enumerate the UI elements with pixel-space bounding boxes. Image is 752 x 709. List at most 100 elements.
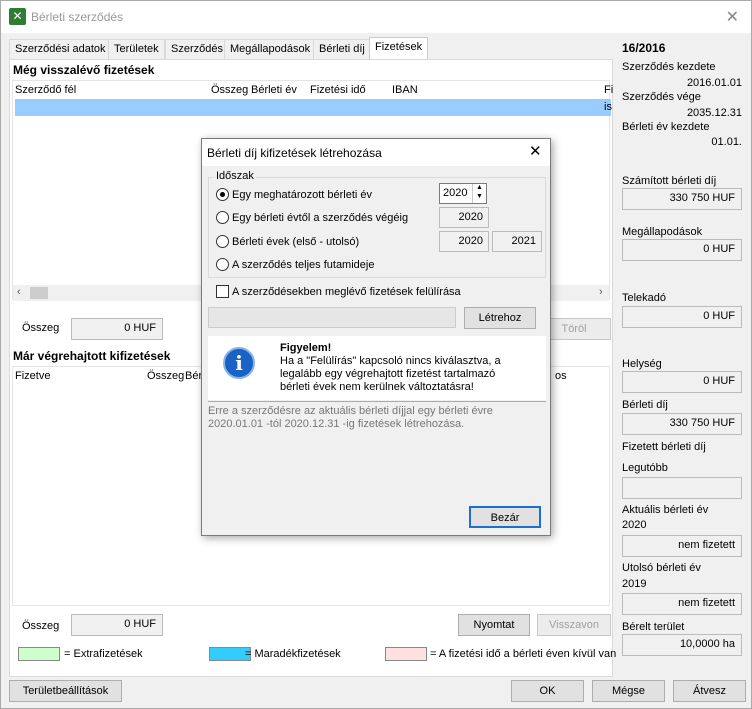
agreements-value: 0 HUF — [622, 239, 742, 261]
tab-rental-fee[interactable]: Bérleti díj — [313, 39, 371, 59]
radio-label[interactable]: A szerződés teljes futamideje — [232, 259, 374, 271]
transfer-button[interactable]: Átvesz — [673, 680, 746, 702]
column-header[interactable]: IBAN — [392, 84, 418, 96]
app-icon: ✕ — [9, 8, 26, 25]
tab-areas[interactable]: Területek — [108, 39, 165, 59]
last-year-label: Utolsó bérleti év — [622, 562, 701, 574]
last-year: 2019 — [622, 578, 647, 590]
calc-fee-label: Számított bérleti díj — [622, 175, 717, 187]
current-year: 2020 — [622, 519, 647, 531]
paid-fee-label: Fizetett bérleti díj — [622, 441, 706, 453]
cancel-button[interactable]: Mégse — [592, 680, 665, 702]
print-button[interactable]: Nyomtat — [458, 614, 530, 636]
tab-agreements[interactable]: Megállapodások — [224, 39, 317, 59]
last-year-field: 2021 — [492, 231, 542, 252]
arrow-left-icon[interactable]: ‹ — [17, 286, 21, 298]
tab-payments[interactable]: Fizetések — [369, 37, 429, 60]
year-spinner-value[interactable]: 2020 — [443, 187, 467, 199]
area-value: 10,0000 ha — [622, 634, 742, 656]
close-button[interactable]: Bezár — [469, 506, 541, 528]
legend-label: = Extrafizetések — [64, 648, 143, 660]
arrow-right-icon[interactable]: › — [599, 286, 603, 298]
upper-total-label: Összeg — [22, 322, 60, 334]
end-value: 2035.12.31 — [686, 107, 742, 119]
fee-value: 330 750 HUF — [622, 413, 742, 435]
column-header[interactable]: os — [555, 370, 567, 382]
column-header[interactable]: Szerződő fél — [15, 84, 76, 96]
lower-total-value: 0 HUF — [71, 614, 163, 636]
close-icon[interactable]: ✕ — [529, 142, 542, 160]
tab-contract-data[interactable]: Szerződési adatok — [9, 39, 112, 59]
column-header[interactable]: Fizetési idő — [310, 84, 366, 96]
start-value: 2016.01.01 — [686, 77, 742, 89]
title-bar: ✕ Bérleti szerződés ✕ — [1, 1, 751, 33]
latest-label: Legutóbb — [622, 462, 668, 474]
dialog-title-bar: Bérleti díj kifizetések létrehozása ✕ — [202, 139, 550, 166]
first-year-field: 2020 — [439, 231, 489, 252]
from-year-field: 2020 — [439, 207, 489, 228]
table-row[interactable]: is — [15, 99, 612, 116]
progress-bar — [208, 307, 456, 328]
upper-section-title: Még visszalévő fizetések — [13, 63, 155, 77]
land-tax-label: Telekadó — [622, 292, 667, 304]
start-label: Szerződés kezdete — [622, 61, 716, 73]
legend-swatch-out-of-year — [385, 647, 427, 661]
column-header[interactable]: Összeg — [211, 84, 248, 96]
year-start-value: 01.01. — [711, 136, 742, 148]
lower-total-label: Összeg — [22, 620, 60, 632]
dialog-title: Bérleti díj kifizetések létrehozása — [207, 146, 382, 160]
radio-full-term[interactable] — [216, 258, 229, 271]
radio-label[interactable]: Egy meghatározott bérleti év — [232, 189, 372, 201]
radio-label[interactable]: Bérleti évek (első - utolsó) — [232, 236, 359, 248]
current-year-label: Aktuális bérleti év — [622, 504, 709, 516]
locality-label: Helység — [622, 358, 662, 370]
area-label: Bérelt terület — [622, 621, 685, 633]
fee-label: Bérleti díj — [622, 399, 668, 411]
tab-contract[interactable]: Szerződés — [165, 39, 229, 59]
calc-fee-value: 330 750 HUF — [622, 188, 742, 210]
warning-title: Figyelem! — [280, 342, 332, 354]
create-payments-dialog: Bérleti díj kifizetések létrehozása ✕ Id… — [201, 138, 551, 536]
spinner-buttons[interactable]: ▲ ▼ — [472, 184, 486, 203]
latest-value — [622, 477, 742, 499]
arrow-down-icon[interactable]: ▼ — [476, 193, 483, 200]
locality-value: 0 HUF — [622, 371, 742, 393]
overwrite-checkbox[interactable] — [216, 285, 229, 298]
radio-label[interactable]: Egy bérleti évtől a szerződés végéig — [232, 212, 408, 224]
radio-year-to-end[interactable] — [216, 211, 229, 224]
lower-section-title: Már végrehajtott kifizetések — [13, 349, 171, 363]
close-icon[interactable]: ✕ — [726, 7, 739, 27]
warning-box: i Figyelem! Ha a "Felülírás" kapcsoló ni… — [208, 336, 546, 400]
legend-swatch-extra — [18, 647, 60, 661]
upper-total-value: 0 HUF — [71, 318, 163, 340]
radio-year-range[interactable] — [216, 235, 229, 248]
divider — [208, 401, 546, 402]
area-settings-button[interactable]: Területbeállítások — [9, 680, 122, 702]
column-header[interactable]: Fi — [604, 84, 613, 96]
create-button[interactable]: Létrehoz — [464, 307, 536, 329]
info-icon: i — [223, 347, 255, 379]
scrollbar-thumb[interactable] — [30, 287, 48, 299]
column-header[interactable]: Bérleti év — [251, 84, 297, 96]
radio-specific-year[interactable] — [216, 188, 229, 201]
info-text: Erre a szerződésre az aktuális bérleti d… — [208, 405, 493, 430]
land-tax-value: 0 HUF — [622, 306, 742, 328]
column-header[interactable]: Összeg — [147, 370, 184, 382]
row-cell: is — [604, 101, 612, 113]
current-year-status: nem fizetett — [622, 535, 742, 557]
year-spinner[interactable]: 2020 ▲ ▼ — [439, 183, 487, 204]
last-year-status: nem fizetett — [622, 593, 742, 615]
arrow-up-icon[interactable]: ▲ — [476, 184, 483, 191]
column-header[interactable]: Fizetve — [15, 370, 50, 382]
warning-text: Ha a "Felülírás" kapcsoló nincs kiválasz… — [280, 355, 501, 393]
ok-button[interactable]: OK — [511, 680, 584, 702]
revoke-button[interactable]: Visszavon — [537, 614, 611, 636]
agreements-label: Megállapodások — [622, 226, 703, 238]
year-start-label: Bérleti év kezdete — [622, 121, 710, 133]
contract-number: 16/2016 — [622, 41, 666, 55]
end-label: Szerződés vége — [622, 91, 701, 103]
window-title: Bérleti szerződés — [31, 10, 124, 24]
period-group-label: Időszak — [214, 170, 256, 182]
legend-label: = A fizetési idő a bérleti éven kívül va… — [430, 648, 617, 660]
overwrite-label[interactable]: A szerződésekben meglévő fizetések felül… — [232, 286, 461, 298]
